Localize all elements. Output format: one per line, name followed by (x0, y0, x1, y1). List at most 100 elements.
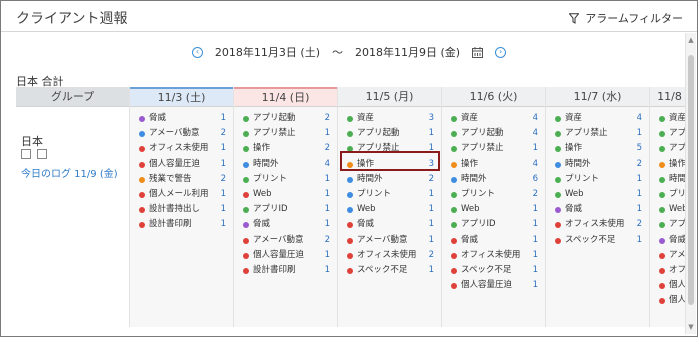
calendar-icon[interactable] (472, 46, 484, 58)
alarm-item-count[interactable]: 1 (429, 233, 434, 248)
alarm-item-count[interactable]: 2 (325, 141, 330, 156)
alarm-item-count[interactable]: 2 (429, 172, 434, 187)
alarm-item-count[interactable]: 1 (325, 202, 330, 217)
alarm-item-count[interactable]: 1 (325, 217, 330, 232)
alarm-item[interactable]: 時間外 2 (552, 157, 645, 172)
alarm-item-count[interactable]: 2 (533, 187, 538, 202)
alarm-item-count[interactable]: 2 (637, 217, 642, 232)
alarm-item[interactable]: スペック不足 1 (448, 263, 541, 278)
day-header[interactable]: 11/8 (650, 87, 686, 107)
alarm-item-count[interactable]: 3 (429, 111, 434, 126)
alarm-item-count[interactable]: 1 (221, 111, 226, 126)
alarm-item[interactable]: 残業で警告 2 (136, 172, 229, 187)
alarm-item-count[interactable]: 1 (533, 141, 538, 156)
alarm-item[interactable]: 個人容量圧迫 1 (240, 248, 333, 263)
day-header[interactable]: 11/5 (月) (338, 87, 441, 107)
alarm-item-count[interactable]: 1 (325, 187, 330, 202)
alarm-item[interactable]: 時間外 2 (344, 172, 437, 187)
alarm-item[interactable]: 操作 4 (448, 157, 541, 172)
alarm-item-count[interactable]: 2 (637, 157, 642, 172)
day-header[interactable]: 11/4 (日) (234, 87, 337, 107)
alarm-item-count[interactable]: 1 (637, 172, 642, 187)
alarm-item-count[interactable]: 1 (325, 263, 330, 278)
alarm-item[interactable]: アプリ起動 4 (448, 126, 541, 141)
alarm-item[interactable]: アメーバ動意 2 (240, 233, 333, 248)
alarm-item-count[interactable]: 1 (429, 217, 434, 232)
alarm-item-count[interactable]: 2 (221, 172, 226, 187)
alarm-item[interactable]: 個人メール利用 1 (136, 187, 229, 202)
alarm-item-count[interactable]: 1 (637, 126, 642, 141)
alarm-item[interactable]: 脅威 1 (448, 233, 541, 248)
alarm-item[interactable]: 脅威 1 (552, 202, 645, 217)
alarm-item[interactable]: 個人 (656, 278, 686, 293)
alarm-item[interactable]: 資産 3 (344, 111, 437, 126)
alarm-item[interactable]: スペック不足 1 (344, 263, 437, 278)
alarm-item[interactable]: 個人容量圧迫 1 (136, 157, 229, 172)
alarm-filter-button[interactable]: アラームフィルター (569, 10, 683, 26)
alarm-item[interactable]: 脅威 (656, 233, 686, 248)
alarm-item-count[interactable]: 4 (533, 126, 538, 141)
alarm-item[interactable]: 個人 (656, 293, 686, 308)
alarm-item-count[interactable]: 1 (429, 126, 434, 141)
alarm-item-count[interactable]: 1 (533, 233, 538, 248)
calendar-small-icon[interactable] (21, 149, 31, 159)
alarm-item-count[interactable]: 1 (637, 202, 642, 217)
alarm-item-count[interactable]: 4 (325, 157, 330, 172)
alarm-item-count[interactable]: 1 (429, 202, 434, 217)
alarm-item-count[interactable]: 1 (221, 202, 226, 217)
alarm-item[interactable]: Web 1 (448, 202, 541, 217)
alarm-item[interactable]: オフィス未使用 2 (552, 217, 645, 232)
day-header[interactable]: 11/7 (水) (546, 87, 649, 107)
alarm-item[interactable]: プリント 1 (552, 172, 645, 187)
alarm-item-count[interactable]: 5 (637, 141, 642, 156)
alarm-item-count[interactable]: 1 (325, 126, 330, 141)
alarm-item[interactable]: オフィス未使用 2 (344, 248, 437, 263)
alarm-item[interactable]: アプリ起動 2 (240, 111, 333, 126)
alarm-item-count[interactable]: 1 (325, 172, 330, 187)
alarm-item-count[interactable]: 1 (221, 157, 226, 172)
alarm-item[interactable]: アプリID 1 (240, 202, 333, 217)
alarm-item[interactable]: Web 1 (552, 187, 645, 202)
scroll-thumb[interactable] (688, 55, 694, 305)
alarm-item[interactable]: アプリ禁止 1 (552, 126, 645, 141)
alarm-item[interactable]: アプリ禁止 1 (240, 126, 333, 141)
alarm-item[interactable]: アメ (656, 248, 686, 263)
scroll-down-icon[interactable]: ▼ (687, 323, 695, 331)
alarm-item[interactable]: オフィス未使用 1 (448, 248, 541, 263)
alarm-item-count[interactable]: 1 (533, 202, 538, 217)
today-log-link[interactable]: 今日のログ 11/9 (金) (21, 165, 118, 180)
alarm-item-count[interactable]: 1 (533, 263, 538, 278)
prev-week-icon[interactable]: ‹ (191, 46, 203, 58)
user-icon[interactable] (37, 149, 47, 159)
alarm-item[interactable]: オフィス未使用 1 (136, 141, 229, 156)
alarm-item[interactable]: プリント (656, 187, 686, 202)
alarm-item[interactable]: 個人容量圧迫 1 (448, 278, 541, 293)
alarm-item[interactable]: Web 1 (344, 202, 437, 217)
alarm-item[interactable]: アプリ (656, 141, 686, 156)
alarm-item[interactable]: 脅威 1 (344, 217, 437, 232)
alarm-item[interactable]: アプリ禁止 1 (448, 141, 541, 156)
day-header[interactable]: 11/3 (土) (130, 87, 233, 107)
alarm-item[interactable]: スペック不足 1 (552, 233, 645, 248)
alarm-item[interactable]: 脅威 1 (136, 111, 229, 126)
alarm-item-count[interactable]: 1 (221, 217, 226, 232)
alarm-item-count[interactable]: 2 (429, 248, 434, 263)
alarm-item-count[interactable]: 2 (325, 111, 330, 126)
alarm-item-count[interactable]: 4 (533, 157, 538, 172)
alarm-item-count[interactable]: 1 (429, 263, 434, 278)
alarm-item-count[interactable]: 4 (637, 111, 642, 126)
alarm-item[interactable]: アメーバ動意 1 (344, 233, 437, 248)
alarm-item[interactable]: 脅威 1 (240, 217, 333, 232)
alarm-item[interactable]: 時間外 4 (240, 157, 333, 172)
alarm-item-count[interactable]: 2 (325, 233, 330, 248)
alarm-item-count[interactable]: 2 (221, 126, 226, 141)
alarm-item[interactable]: Web 1 (240, 187, 333, 202)
alarm-item[interactable]: Web (656, 202, 686, 217)
alarm-item-count[interactable]: 6 (533, 172, 538, 187)
alarm-item[interactable]: 資産 4 (552, 111, 645, 126)
vertical-scrollbar[interactable]: ▲ ▼ (685, 33, 696, 334)
alarm-item[interactable]: 時間外 (656, 172, 686, 187)
alarm-item[interactable]: 設計書印刷 1 (240, 263, 333, 278)
alarm-item-count[interactable]: 1 (637, 233, 642, 248)
alarm-item-count[interactable]: 1 (429, 187, 434, 202)
